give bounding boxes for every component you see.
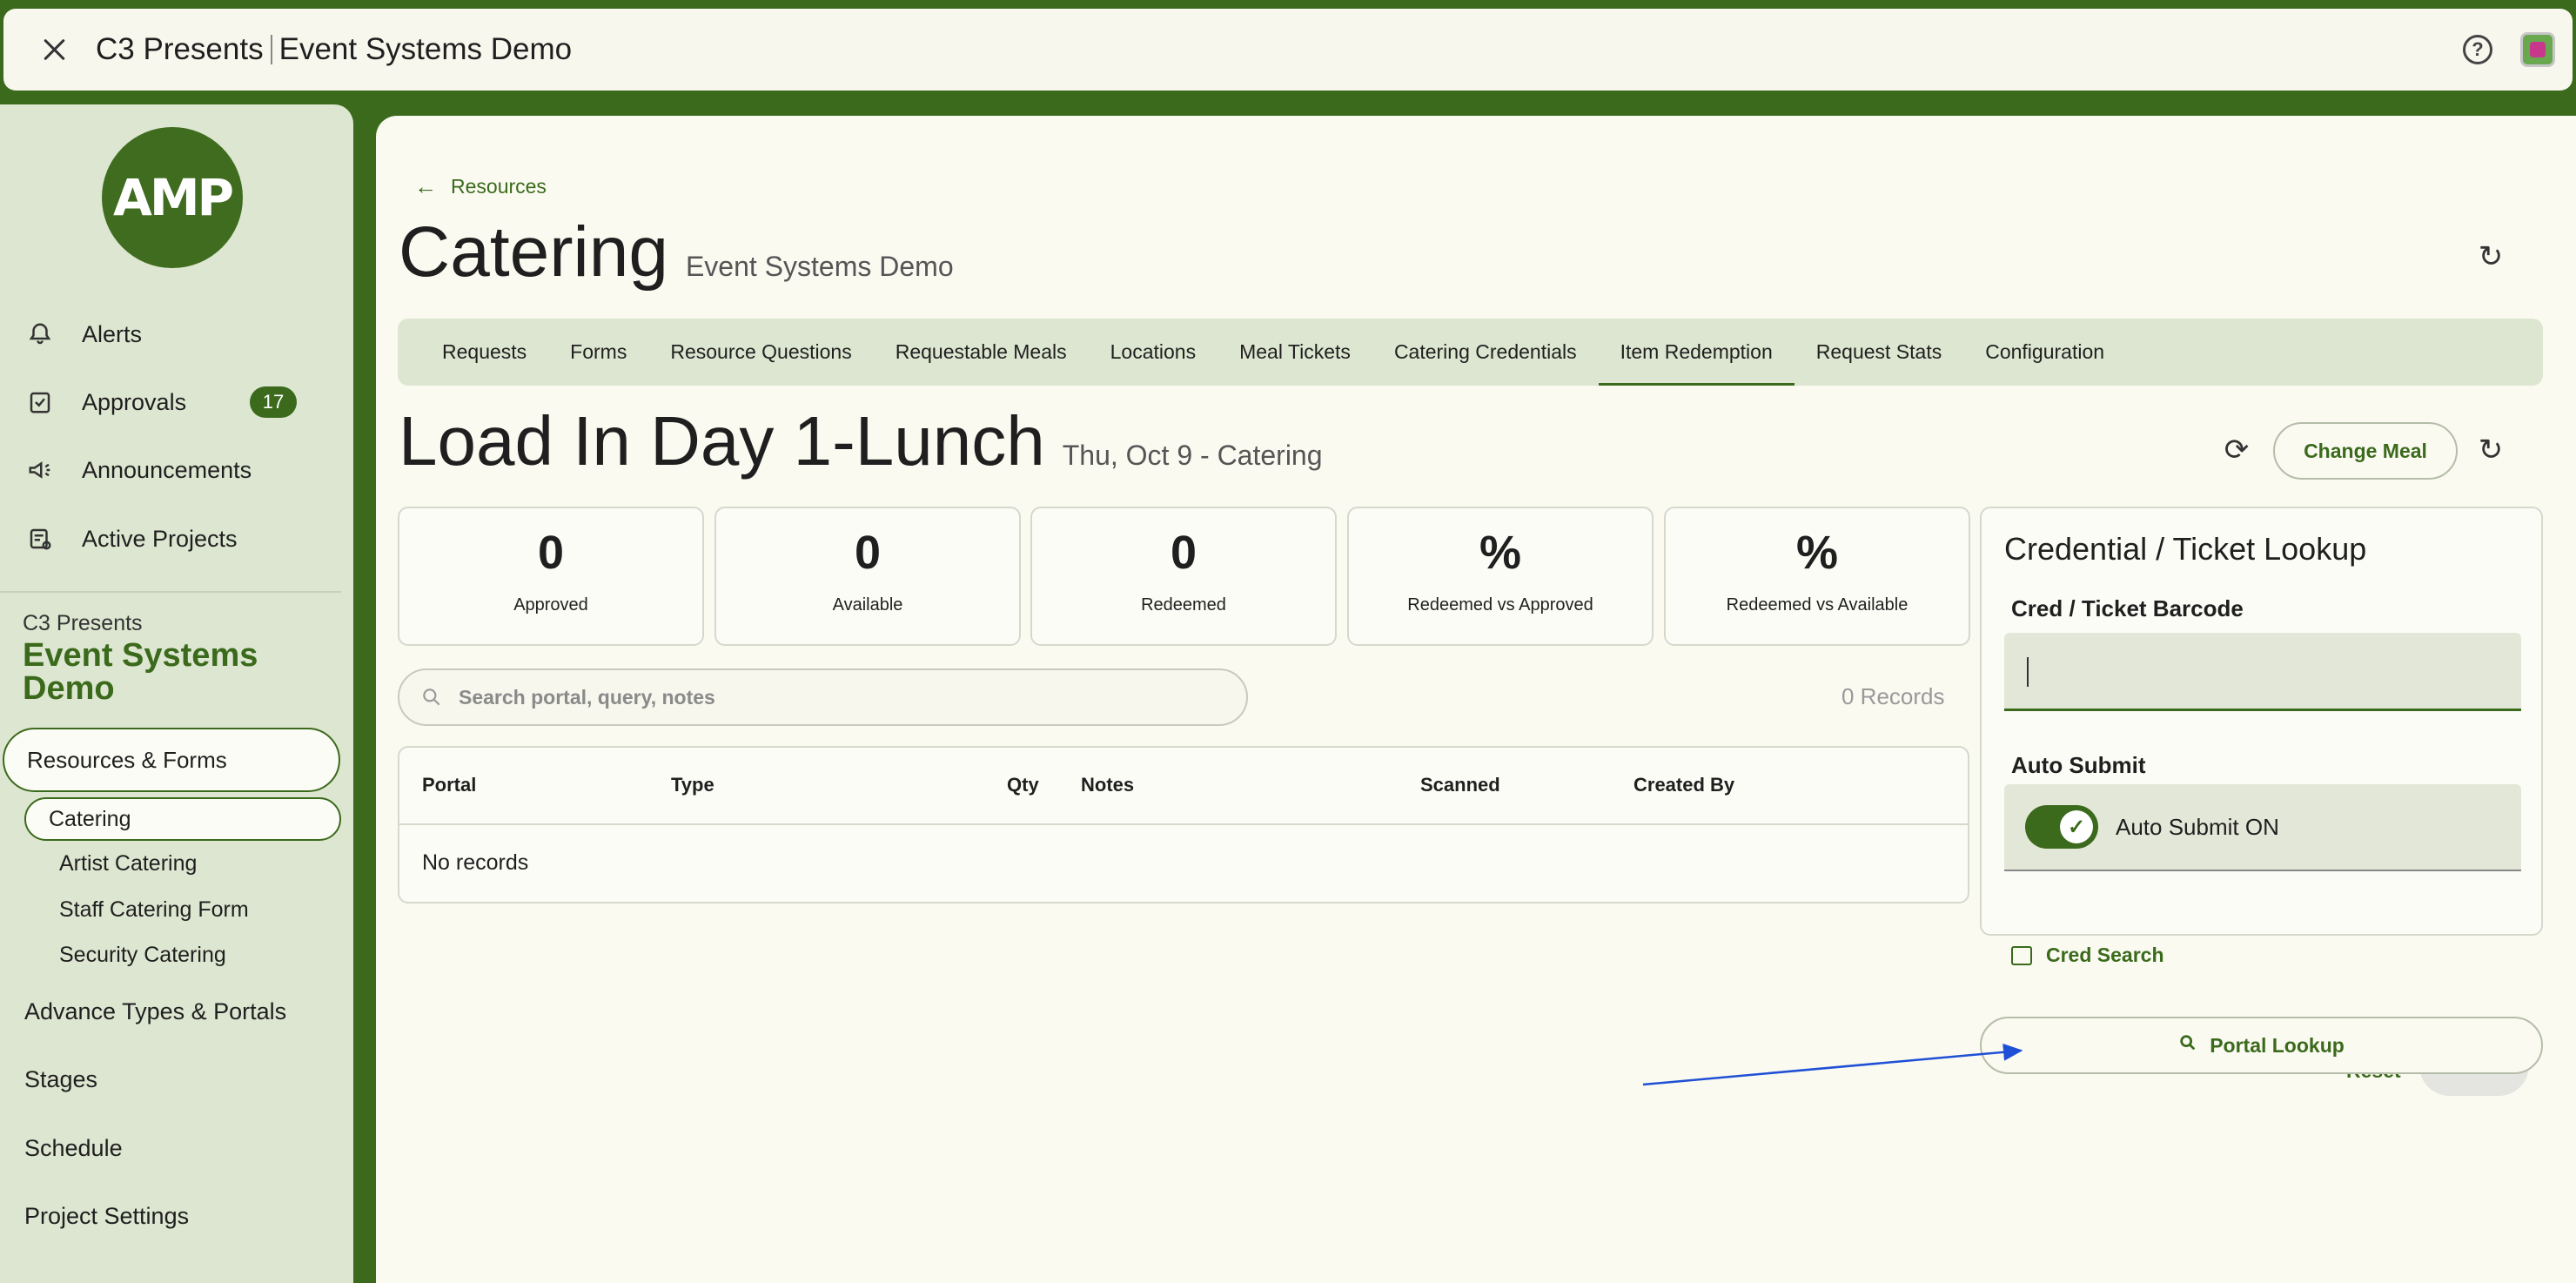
sidebar-item-catering[interactable]: Catering [24, 797, 341, 841]
sidebar-item-resources-forms[interactable]: Resources & Forms [3, 728, 340, 792]
sidebar-divider [0, 591, 341, 593]
sidebar-item-announcements[interactable]: Announcements [24, 444, 252, 496]
sidebar-item-approvals[interactable]: Approvals [24, 376, 186, 428]
project-heading: Event Systems Demo [23, 637, 258, 707]
sidebar-item-label: Active Projects [82, 525, 238, 552]
sidebar-item-stages[interactable]: Stages [24, 1066, 97, 1093]
project-org: C3 Presents [23, 611, 143, 635]
sidebar-item-advance-types[interactable]: Advance Types & Portals [24, 998, 286, 1025]
sidebar-item-schedule[interactable]: Schedule [24, 1135, 123, 1162]
org-name: C3 Presents [96, 32, 264, 66]
avatar[interactable] [2520, 32, 2555, 67]
projects-icon [24, 523, 56, 554]
sidebar-item-label: Announcements [82, 456, 252, 483]
sidebar-item-alerts[interactable]: Alerts [24, 308, 142, 360]
title-divider [270, 35, 272, 64]
sidebar-item-label: Approvals [82, 388, 187, 415]
sidebar-item-project-settings[interactable]: Project Settings [24, 1203, 189, 1230]
megaphone-icon [24, 454, 56, 486]
sidebar-item-security-catering[interactable]: Security Catering [59, 943, 226, 968]
project-name: Event Systems Demo [278, 32, 573, 66]
sidebar-item-active-projects[interactable]: Active Projects [24, 513, 238, 565]
approvals-count-badge: 17 [250, 386, 297, 418]
sidebar: AMP Alerts Approvals 17 Announcements Ac… [0, 104, 353, 1283]
annotation-arrow [1642, 1043, 2023, 1086]
main-panel: ← Resources Catering Event Systems Demo … [376, 116, 2576, 1283]
amp-logo[interactable]: AMP [102, 127, 243, 268]
approval-icon [24, 386, 56, 418]
sidebar-item-label: Alerts [82, 320, 143, 347]
app-title: C3 Presents Event Systems Demo [96, 32, 572, 67]
close-icon[interactable] [37, 32, 71, 67]
bell-icon [24, 319, 56, 350]
sidebar-item-staff-catering-form[interactable]: Staff Catering Form [59, 897, 249, 923]
help-icon[interactable]: ? [2463, 35, 2492, 64]
top-app-bar: C3 Presents Event Systems Demo ? [3, 9, 2573, 91]
sidebar-item-artist-catering[interactable]: Artist Catering [59, 851, 197, 877]
